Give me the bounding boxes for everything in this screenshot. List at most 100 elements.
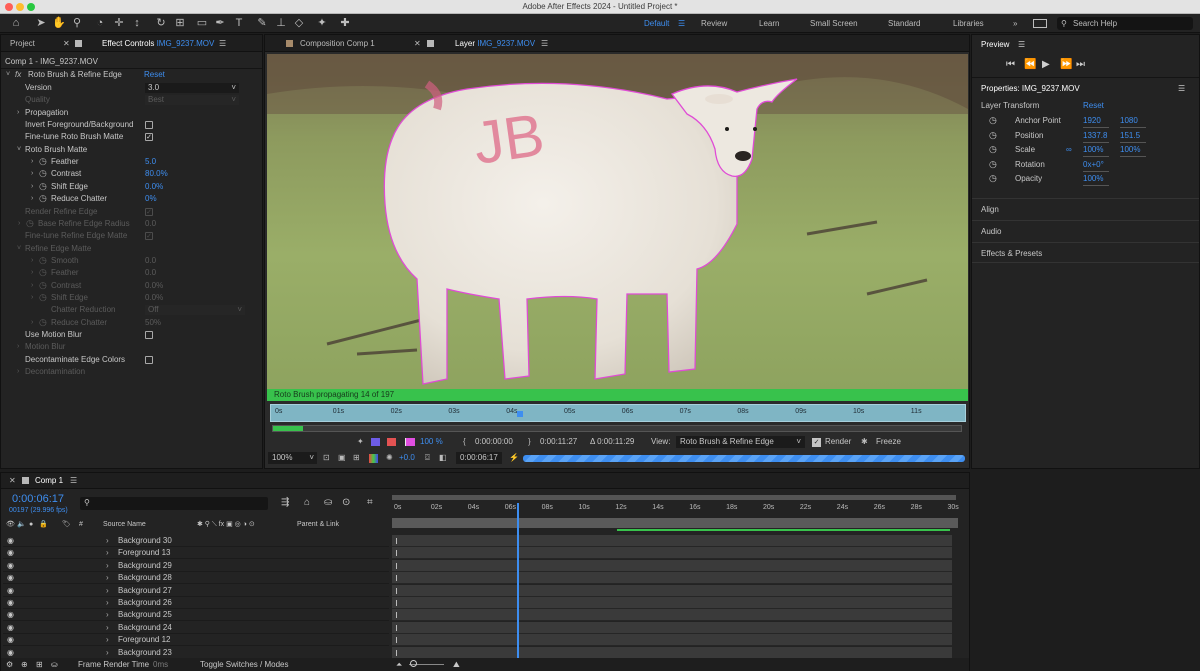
effect-property-row[interactable]: › Motion Blur xyxy=(1,341,262,353)
stopwatch-icon[interactable]: ◷ xyxy=(989,172,997,184)
in-time[interactable]: 0:00:00:00 xyxy=(475,435,513,449)
effect-property-row[interactable]: Render Refine Edge ✓ xyxy=(1,206,262,218)
expand-layer-icon[interactable]: › xyxy=(106,609,109,621)
tab-project[interactable]: Project xyxy=(10,39,35,48)
layer-visibility-icon[interactable]: ◉ xyxy=(7,572,14,584)
layer-row[interactable]: ◉ › Background 24 xyxy=(3,622,389,634)
transform-value-2[interactable]: 151.5 xyxy=(1120,130,1146,143)
collapse-icon[interactable]: ˅ xyxy=(17,243,21,255)
effect-property-dropdown[interactable]: Best ˅ xyxy=(145,95,239,106)
expand-icon[interactable]: › xyxy=(31,280,33,292)
roto-brush-icon-small[interactable]: ✦ xyxy=(357,435,364,449)
expand-icon[interactable]: › xyxy=(31,292,33,304)
current-time-field[interactable]: 0:00:06:17 xyxy=(456,452,502,464)
draft-3d-icon[interactable]: ⌂ xyxy=(304,497,310,508)
brush-tool-icon[interactable]: ✎ xyxy=(254,16,270,31)
layer-duration-bar[interactable] xyxy=(392,572,952,585)
transform-value-1[interactable]: 1920 xyxy=(1083,115,1109,128)
safe-area-icon[interactable]: ▣ xyxy=(338,451,346,465)
effects-presets-section[interactable]: Effects & Presets xyxy=(972,242,1199,263)
layer-time-ruler[interactable]: 0s 01s 02s 03s 04s 05s 06s 07s 08s 09s 10s 11s xyxy=(270,404,966,422)
effect-property-checkbox[interactable] xyxy=(145,355,153,364)
freeze-button[interactable]: Freeze xyxy=(876,435,901,449)
expand-layer-icon[interactable]: › xyxy=(106,622,109,634)
layer-name[interactable]: Background 28 xyxy=(118,572,172,584)
expand-layer-icon[interactable]: › xyxy=(106,572,109,584)
workspace-standard[interactable]: Standard xyxy=(888,19,920,28)
layer-row[interactable]: ◉ › Background 23 xyxy=(3,647,389,659)
out-time[interactable]: 0:00:11:27 xyxy=(540,435,577,449)
effect-property-row[interactable]: › ◷ Feather 0.0 xyxy=(1,267,262,279)
last-frame-icon[interactable]: ⏭ xyxy=(1076,59,1085,70)
set-in-icon[interactable]: { xyxy=(463,435,466,449)
effect-property-row[interactable]: › ◷ Shift Edge 0.0% xyxy=(1,292,262,304)
properties-menu-icon[interactable]: ☰ xyxy=(1178,83,1185,95)
effect-property-row[interactable]: › ◷ Reduce Chatter 0% xyxy=(1,193,262,205)
stopwatch-icon[interactable]: ◷ xyxy=(989,114,997,126)
effect-property-dropdown[interactable]: Off ˅ xyxy=(145,305,245,316)
source-name-header[interactable]: Source Name xyxy=(103,519,146,531)
stopwatch-icon[interactable]: ◷ xyxy=(39,266,47,278)
home-icon[interactable]: ⌂ xyxy=(8,16,24,31)
transform-property-row[interactable]: ◷ Rotation 0x+0° xyxy=(972,159,1199,172)
layer-row[interactable]: ◉ › Foreground 13 xyxy=(3,547,389,560)
transform-value-1[interactable]: 100% xyxy=(1083,173,1109,187)
zoom-out-icon[interactable]: ⏶ xyxy=(396,658,402,671)
effect-property-row[interactable]: › ◷ Contrast 0.0% xyxy=(1,280,262,292)
expand-layer-icon[interactable]: › xyxy=(106,647,109,659)
layer-row[interactable]: ◉ › Foreground 12 xyxy=(3,634,389,647)
effect-property-value[interactable]: 0% xyxy=(145,193,157,205)
expand-layer-icon[interactable]: › xyxy=(106,634,109,646)
timecode[interactable]: 0:00:06:17 xyxy=(12,493,64,505)
effect-property-value[interactable]: 50% xyxy=(145,317,161,329)
expand-layer-icon[interactable]: › xyxy=(106,535,109,547)
selection-tool-icon[interactable]: ➤ xyxy=(33,16,49,31)
snapshot-icon[interactable]: ⌼ xyxy=(425,451,430,465)
stopwatch-icon[interactable]: ◷ xyxy=(989,143,997,155)
video-switch-icon[interactable]: 👁 xyxy=(6,519,15,531)
transform-property-row[interactable]: ◷ Anchor Point 1920 1080 xyxy=(972,114,1199,128)
comp-flowchart-icon[interactable]: ⇶ xyxy=(281,497,289,508)
effect-property-row[interactable]: Quality Best ˅ xyxy=(1,94,262,106)
tab-composition[interactable]: Composition Comp 1 xyxy=(300,39,375,48)
transform-value-1[interactable]: 100% xyxy=(1083,144,1109,158)
type-tool-icon[interactable]: T xyxy=(231,16,247,31)
effect-property-row[interactable]: › ◷ Shift Edge 0.0% xyxy=(1,181,262,193)
render-icon[interactable]: ⚙ xyxy=(6,658,13,671)
dolly-camera-icon[interactable]: ↕ xyxy=(129,16,145,31)
effect-reset-button[interactable]: Reset xyxy=(144,69,165,81)
transform-property-row[interactable]: ◷ Position 1337.8 151.5 xyxy=(972,130,1199,143)
render-checkbox[interactable]: ✓ xyxy=(812,438,821,447)
expand-icon[interactable]: › xyxy=(17,366,19,378)
effect-property-row[interactable]: Use Motion Blur xyxy=(1,329,262,341)
audio-section[interactable]: Audio xyxy=(972,220,1199,241)
layer-name[interactable]: Foreground 12 xyxy=(118,634,170,646)
effect-property-row[interactable]: › ◷ Base Refine Edge Radius 0.0 xyxy=(1,218,262,230)
transform-value-2[interactable]: 1080 xyxy=(1120,115,1146,128)
close-layer-tab-icon[interactable]: ✕ xyxy=(414,39,421,48)
rectangle-tool-icon[interactable]: ▭ xyxy=(194,16,210,31)
fast-preview-icon[interactable]: ⚡ xyxy=(509,451,519,465)
next-frame-icon[interactable]: ⏩ xyxy=(1060,59,1072,70)
layer-name[interactable]: Background 30 xyxy=(118,535,172,547)
screen-toggle-icon[interactable] xyxy=(1033,19,1047,28)
expand-icon[interactable]: › xyxy=(31,317,33,329)
expand-layer-icon[interactable]: › xyxy=(106,560,109,572)
effect-property-row[interactable]: › ◷ Reduce Chatter 50% xyxy=(1,317,262,329)
stopwatch-icon[interactable]: ◷ xyxy=(39,316,47,328)
background-swatch-icon[interactable] xyxy=(387,438,396,446)
layer-visibility-icon[interactable]: ◉ xyxy=(7,634,14,646)
layer-name[interactable]: Background 24 xyxy=(118,622,172,634)
effect-property-row[interactable]: Chatter Reduction Off ˅ xyxy=(1,304,262,316)
transform-property-row[interactable]: ◷ Opacity 100% xyxy=(972,172,1199,187)
workspace-review[interactable]: Review xyxy=(701,19,727,28)
first-frame-icon[interactable]: ⏮ xyxy=(1006,59,1015,70)
layer-duration-bar[interactable] xyxy=(392,597,952,609)
foreground-swatch-icon[interactable] xyxy=(371,438,380,446)
play-icon[interactable]: ▶ xyxy=(1042,59,1050,70)
effect-property-row[interactable]: ˅ Roto Brush Matte xyxy=(1,144,262,156)
layer-visibility-icon[interactable]: ◉ xyxy=(7,609,14,621)
layer-visibility-icon[interactable]: ◉ xyxy=(7,622,14,634)
effect-property-row[interactable]: Version 3.0 ˅ xyxy=(1,82,262,94)
expand-icon[interactable]: › xyxy=(17,107,19,119)
